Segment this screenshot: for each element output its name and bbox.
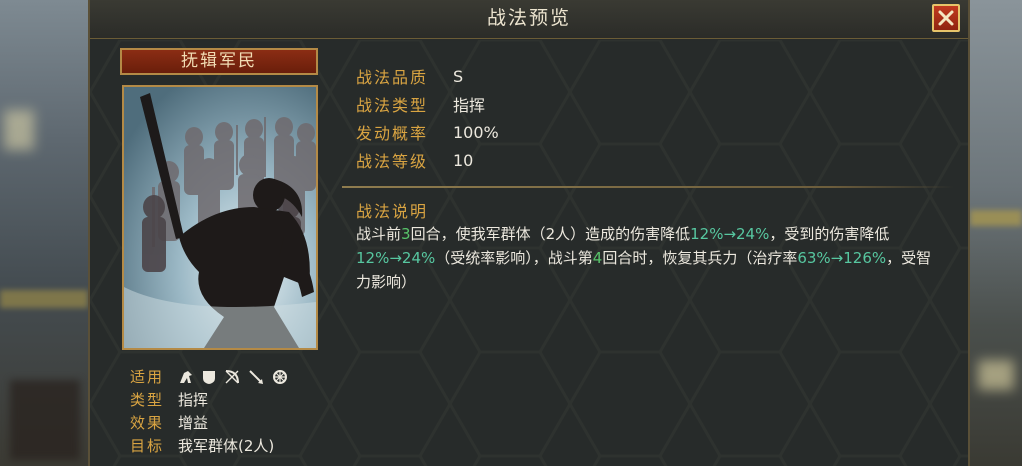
type-label: 类型 (130, 391, 165, 409)
meta-applicable-row: 适用 (130, 365, 288, 388)
stat-value: 指挥 (453, 96, 486, 115)
shield-icon (202, 369, 216, 385)
bow-icon (224, 369, 240, 385)
description-highlight: 12%→24% (690, 225, 770, 243)
skill-illustration (122, 85, 318, 350)
stat-level-row: 战法等级 10 (356, 146, 499, 174)
description-title: 战法说明 (356, 202, 429, 221)
stat-value: S (453, 66, 464, 86)
description-highlight: 12%→24% (356, 249, 436, 267)
background-left (0, 0, 88, 466)
stat-label: 战法品质 (356, 68, 429, 87)
wheel-icon (272, 369, 288, 385)
meta-effect-row: 效果 增益 (130, 411, 288, 434)
stat-value: 10 (453, 150, 474, 170)
stat-label: 发动概率 (356, 124, 429, 143)
stat-type-row: 战法类型 指挥 (356, 90, 499, 118)
skill-description: 战法说明 战斗前3回合，使我军群体（2人）造成的伤害降低12%→24%，受到的伤… (340, 188, 958, 298)
stat-probability-row: 发动概率 100% (356, 118, 499, 146)
meta-type-row: 类型 指挥 (130, 388, 288, 411)
modal-title: 战法预览 (486, 7, 571, 29)
description-highlight: 63%→126% (797, 249, 887, 267)
skill-meta: 适用 类型 指挥 效果 增益 目标 我军群体(2人) (130, 365, 288, 457)
skill-stats: 战法品质 S 战法类型 指挥 发动概率 100% 战法等级 10 (356, 62, 499, 174)
close-icon (938, 10, 954, 26)
spear-icon (248, 369, 264, 385)
skill-preview-modal: 战法预览 抚辑军民 适用 类型 指挥 效果 增益 目标 我军群体(2人) 战法品… (88, 0, 970, 466)
type-value: 指挥 (178, 391, 209, 409)
description-segment: ，受到的伤害降低 (769, 225, 890, 243)
effect-value: 增益 (178, 414, 209, 432)
stat-label: 战法等级 (356, 152, 429, 171)
close-button[interactable] (932, 4, 960, 32)
description-segment: 回合时，恢复其兵力（治疗率 (602, 249, 798, 267)
description-text: 战斗前3回合，使我军群体（2人）造成的伤害降低12%→24%，受到的伤害降低12… (356, 222, 946, 294)
skill-name-plate: 抚辑军民 (120, 48, 318, 75)
background-right (970, 0, 1022, 466)
meta-target-row: 目标 我军群体(2人) (130, 434, 288, 457)
stat-quality-row: 战法品质 S (356, 62, 499, 90)
target-value: 我军群体(2人) (178, 437, 275, 455)
description-segment: 回合，使我军群体（2人）造成的伤害降低 (410, 225, 691, 243)
applicable-label: 适用 (130, 368, 165, 386)
cavalry-icon (178, 369, 194, 385)
description-highlight: 4 (592, 249, 603, 267)
description-segment: （受统率影响），战斗第 (435, 249, 593, 267)
stat-value: 100% (453, 122, 499, 142)
unit-type-icons (178, 369, 288, 385)
target-label: 目标 (130, 437, 165, 455)
effect-label: 效果 (130, 414, 165, 432)
stat-label: 战法类型 (356, 96, 429, 115)
description-segment: 战斗前 (356, 225, 402, 243)
description-highlight: 3 (401, 225, 411, 243)
